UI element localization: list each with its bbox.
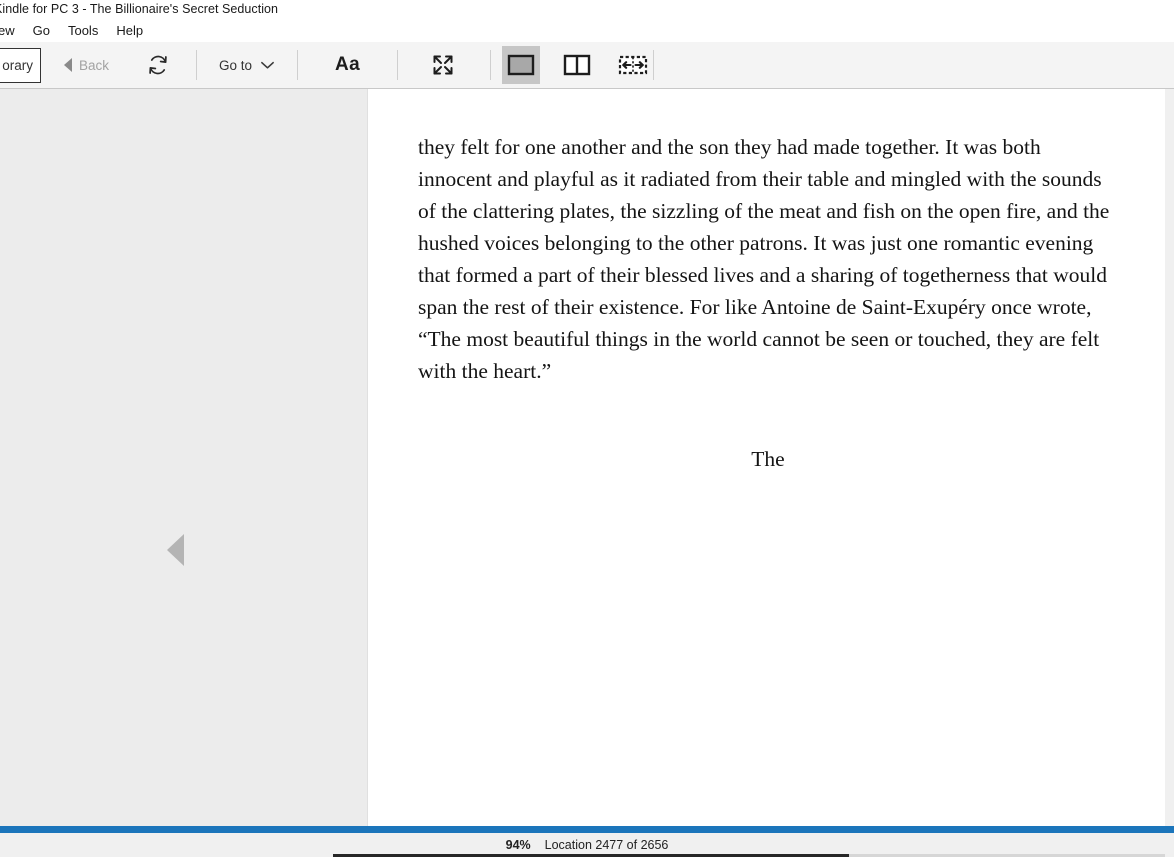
view-mode-two-column-button[interactable] xyxy=(558,46,596,84)
title-bar: Kindle for PC 3 - The Billionaire's Secr… xyxy=(0,0,1174,18)
toolbar-divider xyxy=(489,50,491,80)
left-page-pane xyxy=(0,89,368,826)
kindle-for-pc-window: Kindle for PC 3 - The Billionaire's Secr… xyxy=(0,0,1174,857)
view-mode-single-page-button[interactable] xyxy=(501,46,540,84)
toolbar-divider xyxy=(297,50,299,80)
back-button-label: Back xyxy=(79,57,110,73)
right-edge-strip xyxy=(1165,89,1174,826)
fullscreen-button[interactable] xyxy=(423,46,463,84)
menu-bar: ew Go Tools Help xyxy=(0,18,1174,42)
toolbar-divider xyxy=(652,50,654,80)
font-settings-button[interactable]: Aa xyxy=(321,48,374,82)
chapter-heading: The xyxy=(751,447,785,471)
sync-refresh-icon xyxy=(147,54,169,76)
single-page-view-icon xyxy=(507,53,535,77)
menu-item-help[interactable]: Help xyxy=(107,21,152,40)
progress-percent: 94% xyxy=(505,838,531,852)
window-title: Kindle for PC 3 - The Billionaire's Secr… xyxy=(0,2,279,16)
sync-button[interactable] xyxy=(139,46,177,84)
accent-bar xyxy=(0,826,1174,833)
menu-item-view[interactable]: ew xyxy=(0,21,24,40)
location-indicator: Location 2477 of 2656 xyxy=(544,838,669,852)
goto-button[interactable]: Go to xyxy=(207,48,287,82)
view-mode-group xyxy=(501,46,652,84)
menu-item-go[interactable]: Go xyxy=(24,21,59,40)
expand-arrows-icon xyxy=(431,53,455,77)
previous-page-button[interactable] xyxy=(167,534,184,566)
triangle-left-icon xyxy=(64,58,72,72)
toolbar-divider xyxy=(196,50,198,80)
back-button[interactable]: Back xyxy=(58,48,115,82)
continuous-scroll-view-icon xyxy=(618,53,648,77)
library-button[interactable]: orary xyxy=(0,47,41,83)
book-body-text: they felt for one another and the son th… xyxy=(418,135,1110,383)
menu-item-tools[interactable]: Tools xyxy=(59,21,107,40)
chevron-down-icon xyxy=(260,60,275,70)
toolbar-divider xyxy=(396,50,398,80)
toolbar: orary Back Go to Aa xyxy=(0,42,1174,89)
reader-area: they felt for one another and the son th… xyxy=(0,89,1174,826)
book-page: they felt for one another and the son th… xyxy=(368,89,1165,826)
view-mode-continuous-button[interactable] xyxy=(614,46,652,84)
goto-button-label: Go to xyxy=(219,57,253,73)
two-column-view-icon xyxy=(563,53,591,77)
